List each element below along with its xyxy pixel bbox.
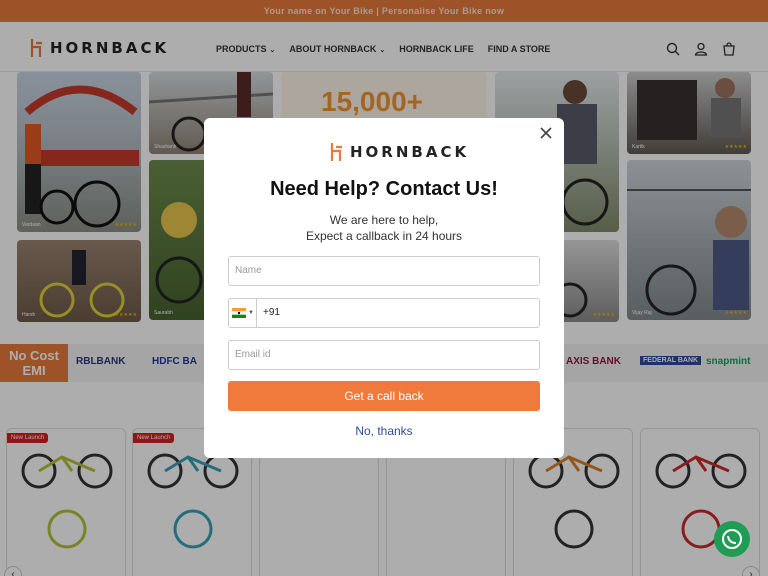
- name-input[interactable]: Name: [228, 256, 540, 286]
- no-thanks-link[interactable]: No, thanks: [204, 424, 564, 438]
- get-callback-button[interactable]: Get a call back: [228, 381, 540, 411]
- close-icon[interactable]: [538, 125, 554, 141]
- page: Your name on Your Bike | Personalise You…: [0, 0, 768, 576]
- whatsapp-icon: [722, 529, 742, 549]
- country-selector[interactable]: ▼: [229, 299, 257, 327]
- subtitle-line: Expect a callback in 24 hours: [305, 229, 463, 243]
- phone-code: +91: [263, 307, 280, 318]
- chevron-down-icon: ▼: [248, 310, 254, 316]
- modal-brand-logo: HORNBACK: [330, 142, 469, 162]
- modal-subtitle: We are here to help, Expect a callback i…: [204, 212, 564, 244]
- email-placeholder: Email id: [235, 349, 271, 360]
- hornback-logo-icon: [330, 143, 342, 161]
- email-input[interactable]: Email id: [228, 340, 540, 370]
- whatsapp-button[interactable]: [714, 521, 750, 557]
- subtitle-line: We are here to help,: [329, 213, 439, 227]
- name-placeholder: Name: [235, 265, 262, 276]
- contact-modal: HORNBACK Need Help? Contact Us! We are h…: [204, 118, 564, 458]
- brand-name: HORNBACK: [350, 143, 470, 161]
- india-flag-icon: [232, 308, 246, 318]
- modal-title: Need Help? Contact Us!: [270, 178, 498, 200]
- phone-input[interactable]: ▼ +91: [228, 298, 540, 328]
